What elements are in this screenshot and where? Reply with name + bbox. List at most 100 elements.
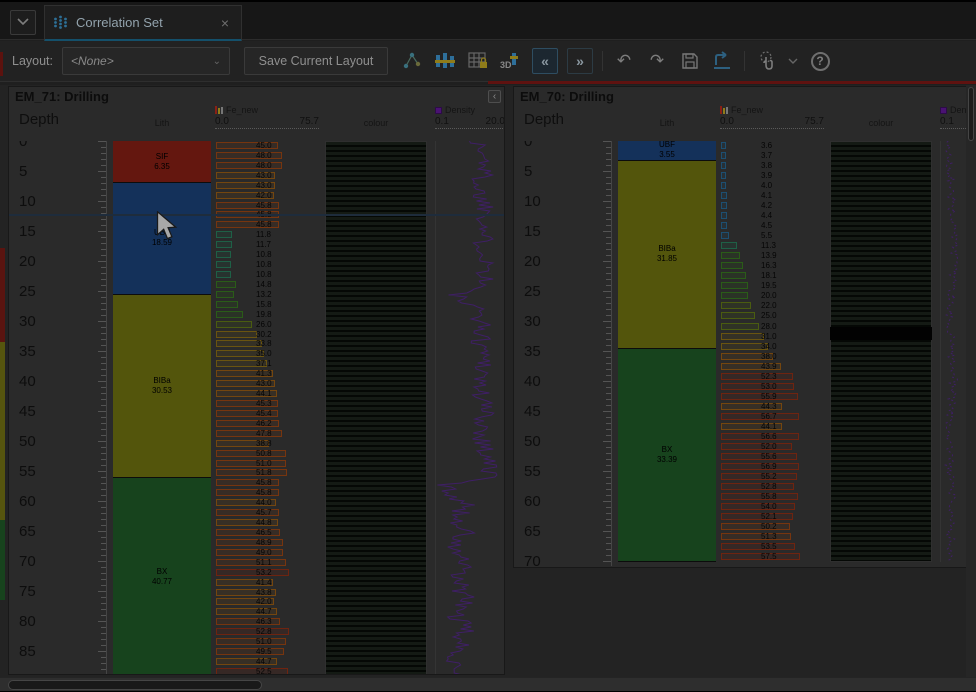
fe-bar[interactable]: 52.5 bbox=[216, 668, 320, 674]
fe-bar[interactable]: 52.0 bbox=[721, 443, 825, 450]
fe-bar[interactable]: 43.9 bbox=[721, 363, 825, 370]
vertical-scrollbar[interactable] bbox=[966, 85, 976, 677]
fe-bar[interactable]: 44.0 bbox=[216, 499, 320, 506]
fe-bar[interactable]: 45.8 bbox=[216, 479, 320, 486]
table-lock-icon[interactable] bbox=[466, 49, 490, 73]
fe-bar[interactable]: 45.8 bbox=[216, 221, 320, 228]
fe-bar[interactable]: 19.8 bbox=[216, 311, 320, 318]
horizontal-scrollbar[interactable] bbox=[0, 677, 976, 691]
lith-block-bx[interactable]: BX33.39 bbox=[618, 349, 716, 562]
fe-bar[interactable]: 42.0 bbox=[216, 192, 320, 199]
fe-bar[interactable]: 11.8 bbox=[216, 231, 320, 238]
fe-bar[interactable]: 43.0 bbox=[216, 380, 320, 387]
lith-block-biba[interactable]: BIBa30.53 bbox=[113, 295, 211, 479]
fe-bar[interactable]: 14.8 bbox=[216, 281, 320, 288]
horizontal-scrollbar-thumb[interactable] bbox=[8, 680, 262, 690]
fe-bar[interactable]: 38.8 bbox=[216, 440, 320, 447]
fe-bar[interactable]: 11.3 bbox=[721, 242, 825, 249]
fe-bar[interactable]: 41.4 bbox=[216, 579, 320, 586]
fe-bar[interactable]: 45.4 bbox=[216, 410, 320, 417]
fe-bar[interactable]: 3.7 bbox=[721, 152, 825, 159]
fe-bar[interactable]: 44.1 bbox=[216, 390, 320, 397]
fe-bar[interactable]: 50.8 bbox=[216, 450, 320, 457]
correlation-columns-icon[interactable] bbox=[433, 49, 457, 73]
fe-bar[interactable]: 3.6 bbox=[721, 142, 825, 149]
fe-bar[interactable]: 3.9 bbox=[721, 172, 825, 179]
fe-bar[interactable]: 4.0 bbox=[721, 182, 825, 189]
touch-mode-dropdown-icon[interactable] bbox=[787, 49, 799, 73]
tab-list-dropdown-button[interactable] bbox=[10, 10, 36, 35]
fe-bar[interactable]: 41.3 bbox=[216, 370, 320, 377]
fe-bar[interactable]: 52.3 bbox=[721, 373, 825, 380]
undo-button[interactable]: ↶ bbox=[612, 49, 636, 73]
fe-bar[interactable]: 47.8 bbox=[216, 430, 320, 437]
fe-bar[interactable]: 45.8 bbox=[216, 202, 320, 209]
fe-bar[interactable]: 43.0 bbox=[216, 182, 320, 189]
layout-select[interactable]: <None> ⌄ bbox=[62, 47, 230, 75]
fe-bar[interactable]: 46.3 bbox=[216, 618, 320, 625]
fe-bar[interactable]: 51.3 bbox=[721, 533, 825, 540]
save-icon[interactable] bbox=[678, 49, 702, 73]
fe-bar[interactable]: 10.8 bbox=[216, 261, 320, 268]
track-area[interactable]: 0510152025303540455055606570758085 SIF6.… bbox=[9, 141, 504, 674]
fe-bar[interactable]: 26.0 bbox=[216, 321, 320, 328]
fe-bar[interactable]: 35.0 bbox=[216, 350, 320, 357]
fe-bar[interactable]: 44.7 bbox=[216, 658, 320, 665]
fe-bar[interactable]: 57.5 bbox=[721, 553, 825, 560]
fe-bar[interactable]: 48.0 bbox=[216, 152, 320, 159]
fe-bar[interactable]: 4.4 bbox=[721, 212, 825, 219]
fe-bar[interactable]: 13.9 bbox=[721, 252, 825, 259]
fe-bar[interactable]: 53.0 bbox=[721, 383, 825, 390]
fe-bar[interactable]: 46.5 bbox=[216, 529, 320, 536]
fe-bar[interactable]: 16.3 bbox=[721, 262, 825, 269]
fe-bar[interactable]: 56.7 bbox=[721, 413, 825, 420]
fe-bar[interactable]: 52.1 bbox=[721, 513, 825, 520]
fe-bar[interactable]: 10.8 bbox=[216, 251, 320, 258]
fe-bar[interactable]: 51.0 bbox=[216, 460, 320, 467]
fe-bar[interactable]: 44.1 bbox=[721, 423, 825, 430]
fe-bar[interactable]: 51.1 bbox=[216, 559, 320, 566]
fe-bar[interactable]: 45.0 bbox=[216, 142, 320, 149]
fe-bar[interactable]: 55.2 bbox=[721, 473, 825, 480]
fe-bar[interactable]: 48.9 bbox=[216, 539, 320, 546]
fe-bar[interactable]: 4.2 bbox=[721, 202, 825, 209]
collapse-all-button[interactable]: « bbox=[532, 48, 558, 74]
lith-block-sif[interactable]: SIF6.35 bbox=[113, 141, 211, 183]
fe-bar[interactable]: 55.9 bbox=[721, 393, 825, 400]
network-icon[interactable] bbox=[400, 49, 424, 73]
fe-bar[interactable]: 30.2 bbox=[216, 331, 320, 338]
fe-bar[interactable]: 45.8 bbox=[216, 489, 320, 496]
lith-block-ubf[interactable]: UBF3.55 bbox=[618, 141, 716, 161]
export-icon[interactable] bbox=[711, 49, 735, 73]
fe-bar[interactable]: 43.0 bbox=[216, 172, 320, 179]
fe-bar[interactable]: 34.0 bbox=[721, 343, 825, 350]
fe-bar[interactable]: 50.2 bbox=[721, 523, 825, 530]
help-button[interactable]: ? bbox=[808, 49, 832, 73]
fe-bar[interactable]: 52.8 bbox=[721, 483, 825, 490]
fe-bar[interactable]: 56.6 bbox=[721, 433, 825, 440]
fe-bar[interactable]: 28.0 bbox=[721, 323, 825, 330]
fe-bar[interactable]: 43.8 bbox=[216, 589, 320, 596]
fe-bar[interactable]: 11.7 bbox=[216, 241, 320, 248]
3d-view-icon[interactable]: 3D bbox=[499, 49, 523, 73]
density-curve-track[interactable] bbox=[435, 141, 504, 674]
fe-bar[interactable]: 33.8 bbox=[216, 340, 320, 347]
fe-bar[interactable]: 37.1 bbox=[216, 360, 320, 367]
tab-close-icon[interactable]: × bbox=[217, 15, 233, 31]
track-area[interactable]: 0510152025303540455055606570 UBF3.55BIBa… bbox=[514, 141, 976, 567]
fe-bar[interactable]: 49.0 bbox=[216, 549, 320, 556]
fe-bar[interactable]: 55.6 bbox=[721, 453, 825, 460]
vertical-scrollbar-thumb[interactable] bbox=[968, 87, 974, 141]
fe-bar[interactable]: 15.8 bbox=[216, 301, 320, 308]
fe-bar[interactable]: 46.2 bbox=[216, 420, 320, 427]
fe-bar[interactable]: 3.8 bbox=[721, 162, 825, 169]
fe-bar[interactable]: 51.0 bbox=[216, 638, 320, 645]
fe-bar[interactable]: 45.7 bbox=[216, 509, 320, 516]
fe-bar[interactable]: 54.0 bbox=[721, 503, 825, 510]
fe-bar[interactable]: 51.8 bbox=[216, 469, 320, 476]
fe-bar[interactable]: 4.5 bbox=[721, 222, 825, 229]
fe-bar[interactable]: 4.1 bbox=[721, 192, 825, 199]
expand-all-button[interactable]: » bbox=[567, 48, 593, 74]
panel-collapse-button[interactable]: ‹ bbox=[488, 90, 501, 103]
fe-bar[interactable]: 31.0 bbox=[721, 333, 825, 340]
